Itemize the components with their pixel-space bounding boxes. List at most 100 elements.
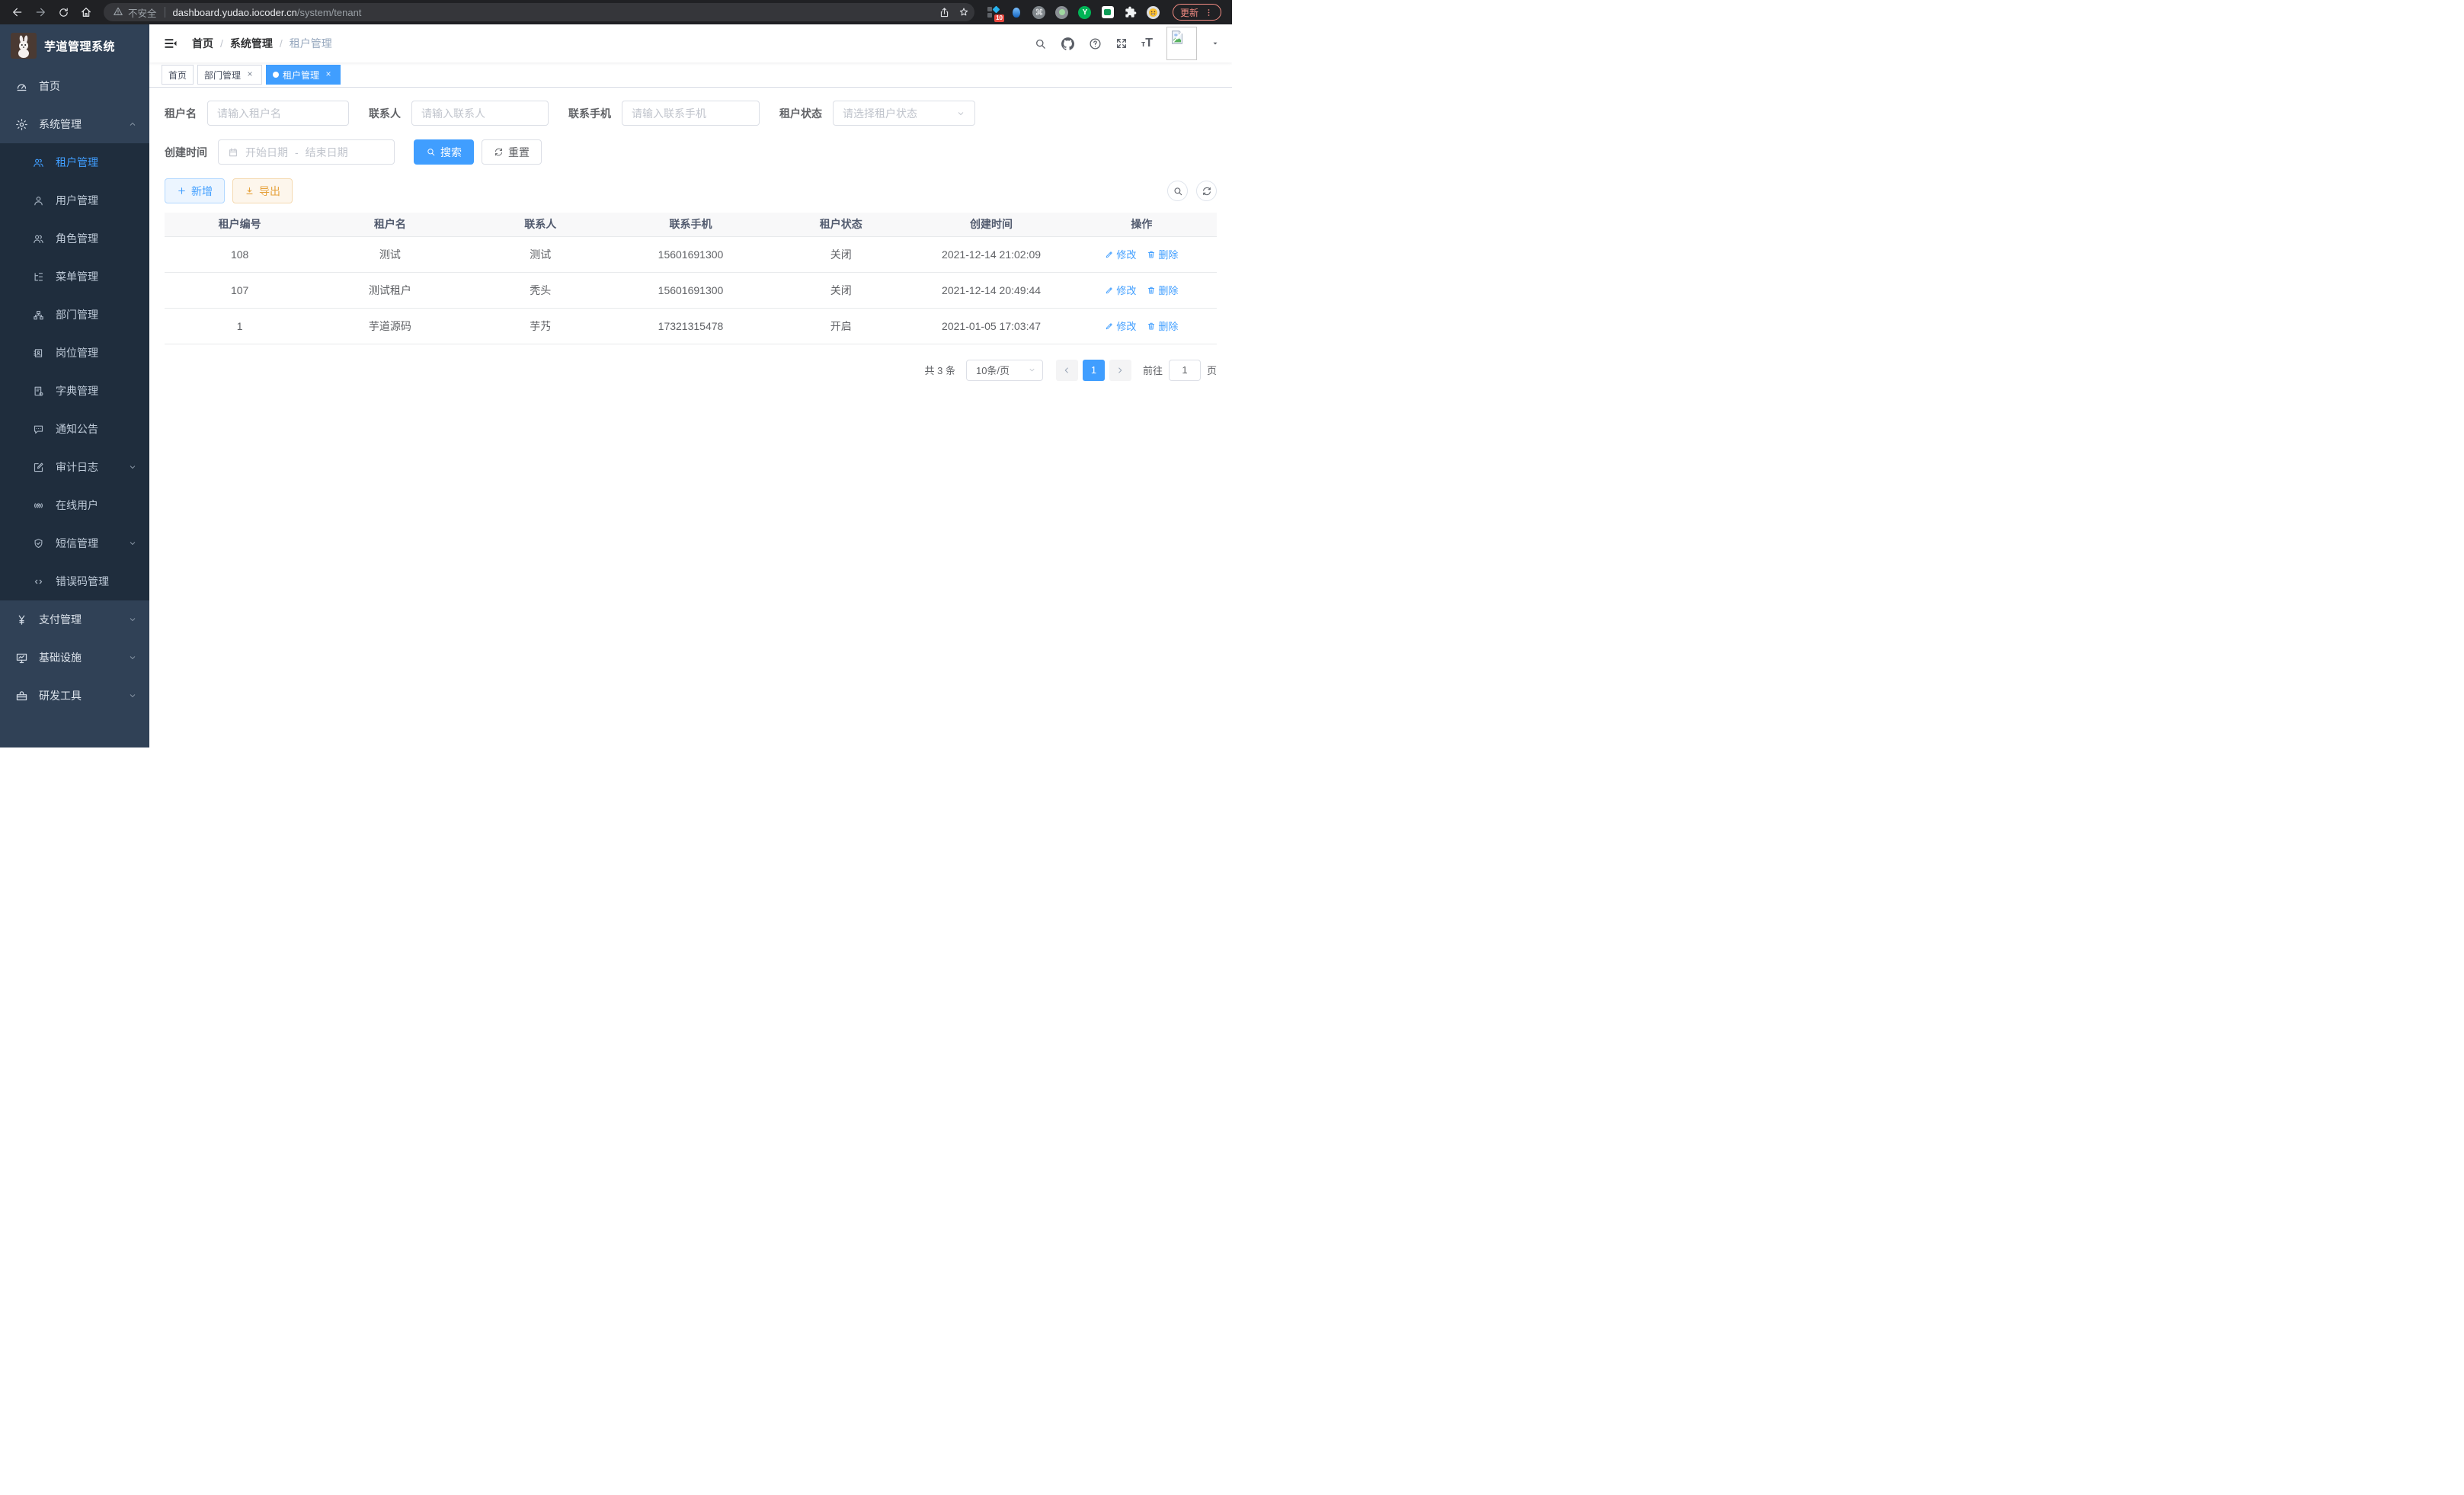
sidebar-item-online-users[interactable]: 在线用户 bbox=[0, 486, 149, 524]
help-icon[interactable] bbox=[1089, 37, 1102, 50]
extension-grid-icon[interactable]: 10 bbox=[987, 5, 1000, 19]
home-button[interactable] bbox=[76, 2, 96, 22]
site-security[interactable]: 不安全 bbox=[113, 5, 157, 20]
sidebar-item-label: 在线用户 bbox=[56, 498, 98, 513]
toggle-search-button[interactable] bbox=[1167, 181, 1188, 201]
plus-icon bbox=[177, 186, 187, 196]
extension-record-icon[interactable] bbox=[1055, 5, 1069, 19]
user-avatar[interactable] bbox=[1166, 27, 1197, 60]
broken-image-icon bbox=[1169, 29, 1186, 46]
sidebar-item-user-management[interactable]: 用户管理 bbox=[0, 181, 149, 219]
prev-page-button[interactable] bbox=[1056, 360, 1078, 381]
sidebar-item-label: 角色管理 bbox=[56, 231, 98, 246]
sidebar-item-error-code-management[interactable]: 错误码管理 bbox=[0, 562, 149, 600]
status-label: 租户状态 bbox=[779, 106, 822, 121]
tenant-name-input[interactable] bbox=[207, 101, 349, 126]
delete-link[interactable]: 删除 bbox=[1147, 247, 1178, 261]
sidebar-item-pay-management[interactable]: 支付管理 bbox=[0, 600, 149, 639]
mobile-input[interactable] bbox=[622, 101, 760, 126]
sidebar-collapse-button[interactable] bbox=[162, 34, 180, 53]
address-bar[interactable]: 不安全 dashboard.yudao.iocoder.cn/system/te… bbox=[104, 3, 974, 21]
browser-menu-dots-icon[interactable] bbox=[1204, 8, 1214, 18]
cell-id: 1 bbox=[165, 308, 315, 344]
goto-page-input[interactable] bbox=[1169, 360, 1201, 381]
extensions-puzzle-icon[interactable] bbox=[1124, 5, 1138, 19]
sidebar-item-notice[interactable]: 通知公告 bbox=[0, 410, 149, 448]
warning-icon bbox=[113, 6, 123, 19]
tab-dept-management[interactable]: 部门管理× bbox=[197, 65, 262, 85]
close-icon[interactable]: × bbox=[245, 69, 255, 80]
extension-balloon-icon[interactable] bbox=[1010, 5, 1023, 19]
sidebar-item-infrastructure[interactable]: 基础设施 bbox=[0, 639, 149, 677]
delete-link[interactable]: 删除 bbox=[1147, 283, 1178, 297]
bookmark-star-button[interactable] bbox=[958, 6, 970, 18]
extension-badge: 10 bbox=[994, 14, 1004, 22]
sidebar-item-label: 菜单管理 bbox=[56, 269, 98, 284]
extension-chat-icon[interactable] bbox=[1101, 5, 1115, 19]
chrome-update-button[interactable]: 更新 bbox=[1173, 4, 1221, 21]
tab-tenant-management[interactable]: 租户管理× bbox=[266, 65, 341, 85]
fullscreen-icon[interactable] bbox=[1115, 37, 1128, 50]
page-size-select[interactable]: 10条/页 bbox=[966, 360, 1043, 381]
sidebar-item-tenant-management[interactable]: 租户管理 bbox=[0, 143, 149, 181]
edit-link[interactable]: 修改 bbox=[1105, 319, 1136, 333]
reset-button[interactable]: 重置 bbox=[482, 139, 542, 165]
calendar-icon bbox=[228, 147, 238, 158]
chevron-down-icon bbox=[128, 615, 137, 624]
close-icon[interactable]: × bbox=[323, 69, 334, 80]
avatar-caret-down-icon[interactable] bbox=[1211, 39, 1220, 48]
cell-status: 关闭 bbox=[766, 272, 916, 308]
broadcast-icon bbox=[32, 500, 45, 511]
sidebar-item-system-management[interactable]: 系统管理 bbox=[0, 105, 149, 143]
badge-icon bbox=[32, 347, 45, 359]
url-host: dashboard.yudao.iocoder.cn bbox=[173, 7, 297, 18]
app-logo-row[interactable]: 芋道管理系统 bbox=[0, 24, 149, 67]
breadcrumb-item[interactable]: 首页 bbox=[192, 36, 213, 51]
sidebar-item-role-management[interactable]: 角色管理 bbox=[0, 219, 149, 258]
sidebar-item-label: 审计日志 bbox=[56, 459, 98, 475]
browser-profile-avatar[interactable] bbox=[1147, 5, 1160, 19]
back-button[interactable] bbox=[8, 2, 27, 22]
sidebar-item-home[interactable]: 首页 bbox=[0, 67, 149, 105]
export-button[interactable]: 导出 bbox=[232, 178, 293, 203]
sidebar-item-label: 通知公告 bbox=[56, 421, 98, 437]
sidebar-item-dict-management[interactable]: 字典管理 bbox=[0, 372, 149, 410]
font-size-icon[interactable]: тT bbox=[1141, 37, 1153, 50]
sidebar-item-post-management[interactable]: 岗位管理 bbox=[0, 334, 149, 372]
extension-command-icon[interactable]: ⌘ bbox=[1032, 5, 1046, 19]
edit-link[interactable]: 修改 bbox=[1105, 283, 1136, 297]
tenant-status-select[interactable]: 请选择租户状态 bbox=[833, 101, 975, 126]
sidebar-item-audit-log[interactable]: 审计日志 bbox=[0, 448, 149, 486]
add-button[interactable]: 新增 bbox=[165, 178, 225, 203]
chevron-right-icon bbox=[1115, 366, 1125, 375]
sidebar-item-dept-management[interactable]: 部门管理 bbox=[0, 296, 149, 334]
tenant-table: 租户编号租户名联系人联系手机租户状态创建时间操作 108测试测试15601691… bbox=[165, 213, 1217, 344]
share-button[interactable] bbox=[939, 7, 950, 18]
search-button[interactable]: 搜索 bbox=[414, 139, 474, 165]
edit-link[interactable]: 修改 bbox=[1105, 247, 1136, 261]
github-icon[interactable] bbox=[1061, 37, 1075, 51]
sidebar-item-menu-management[interactable]: 菜单管理 bbox=[0, 258, 149, 296]
create-time-range-picker[interactable]: 开始日期 - 结束日期 bbox=[218, 139, 395, 165]
header-search-icon[interactable] bbox=[1034, 37, 1047, 50]
extension-y-icon[interactable]: Y bbox=[1078, 5, 1092, 19]
tab-label: 首页 bbox=[168, 69, 187, 82]
refresh-table-button[interactable] bbox=[1196, 181, 1217, 201]
pencil-icon bbox=[1105, 322, 1114, 331]
sidebar-item-dev-tools[interactable]: 研发工具 bbox=[0, 677, 149, 715]
contact-input[interactable] bbox=[411, 101, 549, 126]
tab-home[interactable]: 首页 bbox=[162, 65, 194, 85]
chevron-down-icon bbox=[128, 691, 137, 700]
page-1-button[interactable]: 1 bbox=[1083, 360, 1105, 381]
reload-button[interactable] bbox=[53, 2, 73, 22]
shield-icon bbox=[32, 538, 45, 549]
sidebar-item-sms-management[interactable]: 短信管理 bbox=[0, 524, 149, 562]
screen: 不安全 dashboard.yudao.iocoder.cn/system/te… bbox=[0, 0, 1232, 748]
breadcrumb-item[interactable]: 系统管理 bbox=[230, 36, 273, 51]
column-header: 操作 bbox=[1067, 213, 1217, 236]
delete-link[interactable]: 删除 bbox=[1147, 319, 1178, 333]
cell-actions: 修改删除 bbox=[1067, 236, 1217, 272]
next-page-button[interactable] bbox=[1109, 360, 1131, 381]
edit-label: 修改 bbox=[1116, 319, 1136, 333]
forward-button[interactable] bbox=[30, 2, 50, 22]
